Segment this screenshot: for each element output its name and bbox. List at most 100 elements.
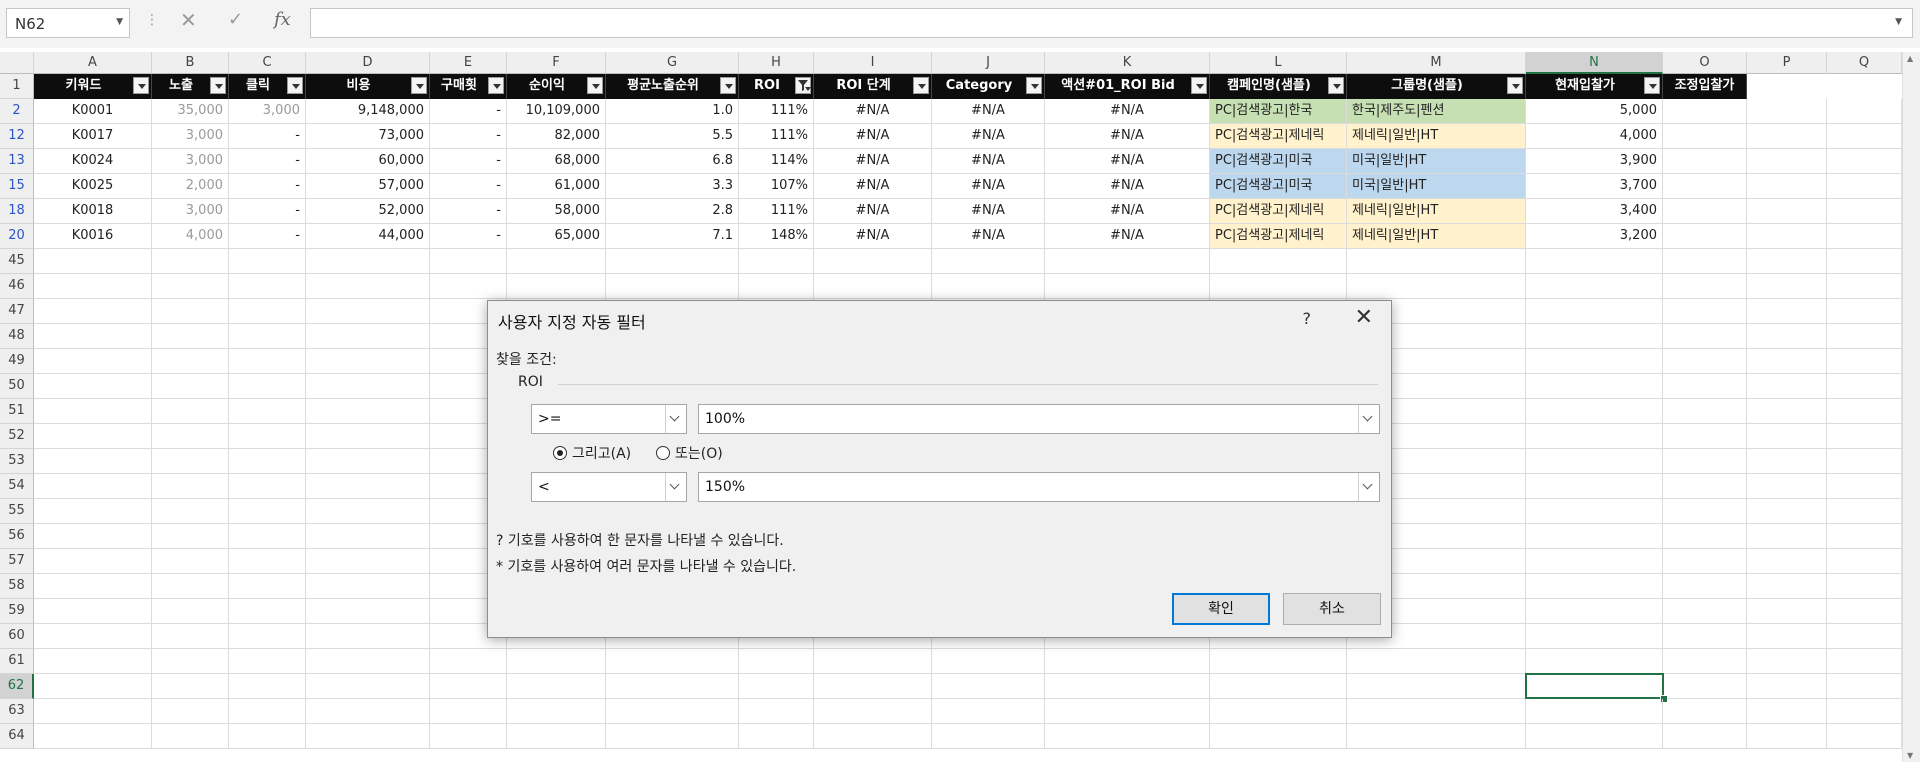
empty-cell[interactable]	[306, 299, 430, 324]
empty-cell[interactable]	[1663, 349, 1747, 374]
empty-cell[interactable]	[306, 499, 430, 524]
table-cell-g[interactable]: 3.3	[606, 174, 739, 199]
filter-dropdown-icon[interactable]	[720, 77, 736, 94]
empty-cell[interactable]	[229, 399, 306, 424]
empty-cell[interactable]	[1210, 724, 1347, 749]
empty-cell[interactable]	[1526, 299, 1663, 324]
empty-cell[interactable]	[606, 699, 739, 724]
empty-cell[interactable]	[306, 524, 430, 549]
condition2-value-select[interactable]: 150%	[698, 472, 1380, 502]
row-header[interactable]: 59	[0, 599, 34, 624]
empty-cell[interactable]	[1827, 449, 1902, 474]
empty-cell[interactable]	[152, 299, 229, 324]
radio-or[interactable]: 또는(O)	[656, 443, 723, 463]
table-cell-q[interactable]	[1827, 149, 1902, 174]
table-cell-n[interactable]: 3,400	[1526, 199, 1663, 224]
empty-cell[interactable]	[1827, 599, 1902, 624]
table-cell-b[interactable]: 2,000	[152, 174, 229, 199]
empty-cell[interactable]	[1210, 649, 1347, 674]
filter-dropdown-icon[interactable]	[133, 77, 149, 94]
filter-dropdown-icon[interactable]	[287, 77, 303, 94]
empty-cell[interactable]	[152, 474, 229, 499]
empty-cell[interactable]	[1747, 399, 1827, 424]
empty-cell[interactable]	[1663, 599, 1747, 624]
empty-cell[interactable]	[1663, 574, 1747, 599]
empty-cell[interactable]	[1747, 474, 1827, 499]
empty-cell[interactable]	[34, 524, 152, 549]
empty-cell[interactable]	[1663, 699, 1747, 724]
filter-active-icon[interactable]	[795, 77, 811, 94]
empty-cell[interactable]	[306, 249, 430, 274]
row-header[interactable]: 20	[0, 224, 34, 249]
table-cell-i[interactable]: #N/A	[814, 149, 932, 174]
more-options-icon[interactable]: ⋮	[145, 12, 159, 28]
table-cell-h[interactable]: 111%	[739, 124, 814, 149]
table-cell-k[interactable]: #N/A	[1045, 199, 1210, 224]
empty-cell[interactable]	[1347, 274, 1526, 299]
empty-cell[interactable]	[1663, 274, 1747, 299]
column-header-i[interactable]: I	[814, 52, 932, 74]
table-cell-a[interactable]: K0025	[34, 174, 152, 199]
table-cell-n[interactable]: 3,700	[1526, 174, 1663, 199]
empty-cell[interactable]	[229, 624, 306, 649]
row-header[interactable]: 48	[0, 324, 34, 349]
table-cell-l[interactable]: PC|검색광고|제네릭	[1210, 224, 1347, 249]
empty-cell[interactable]	[507, 649, 606, 674]
empty-cell[interactable]	[229, 474, 306, 499]
empty-cell[interactable]	[1827, 424, 1902, 449]
column-header-l[interactable]: L	[1210, 52, 1347, 74]
empty-cell[interactable]	[606, 274, 739, 299]
empty-cell[interactable]	[152, 699, 229, 724]
empty-cell[interactable]	[34, 674, 152, 699]
empty-cell[interactable]	[34, 599, 152, 624]
empty-cell[interactable]	[152, 274, 229, 299]
empty-cell[interactable]	[1827, 699, 1902, 724]
empty-cell[interactable]	[306, 474, 430, 499]
vertical-scrollbar[interactable]: ▲ ▼	[1902, 52, 1920, 762]
row-header[interactable]: 54	[0, 474, 34, 499]
empty-cell[interactable]	[1747, 499, 1827, 524]
empty-cell[interactable]	[1210, 674, 1347, 699]
empty-cell[interactable]	[932, 699, 1045, 724]
row-header[interactable]: 52	[0, 424, 34, 449]
table-cell-o[interactable]	[1663, 174, 1747, 199]
scroll-down-icon[interactable]: ▼	[1907, 751, 1913, 760]
empty-cell[interactable]	[306, 674, 430, 699]
empty-cell[interactable]	[1663, 724, 1747, 749]
empty-cell[interactable]	[1526, 624, 1663, 649]
empty-cell[interactable]	[430, 249, 507, 274]
table-cell-b[interactable]: 3,000	[152, 199, 229, 224]
empty-cell[interactable]	[229, 524, 306, 549]
table-cell-g[interactable]: 1.0	[606, 99, 739, 124]
empty-cell[interactable]	[306, 424, 430, 449]
empty-cell[interactable]	[739, 249, 814, 274]
table-cell-h[interactable]: 107%	[739, 174, 814, 199]
row-header[interactable]: 2	[0, 99, 34, 124]
table-cell-h[interactable]: 148%	[739, 224, 814, 249]
column-header-p[interactable]: P	[1747, 52, 1827, 74]
table-cell-n[interactable]: 5,000	[1526, 99, 1663, 124]
empty-cell[interactable]	[306, 449, 430, 474]
empty-cell[interactable]	[34, 299, 152, 324]
empty-cell[interactable]	[1747, 524, 1827, 549]
column-header-e[interactable]: E	[430, 52, 507, 74]
empty-cell[interactable]	[152, 649, 229, 674]
empty-cell[interactable]	[1526, 574, 1663, 599]
empty-cell[interactable]	[152, 524, 229, 549]
column-header-q[interactable]: Q	[1827, 52, 1902, 74]
filter-dropdown-icon[interactable]	[1026, 77, 1042, 94]
empty-cell[interactable]	[306, 274, 430, 299]
empty-cell[interactable]	[229, 599, 306, 624]
table-cell-g[interactable]: 2.8	[606, 199, 739, 224]
table-cell-a[interactable]: K0001	[34, 99, 152, 124]
table-cell-k[interactable]: #N/A	[1045, 149, 1210, 174]
empty-cell[interactable]	[34, 324, 152, 349]
empty-cell[interactable]	[932, 274, 1045, 299]
empty-cell[interactable]	[152, 599, 229, 624]
chevron-down-icon[interactable]	[1358, 405, 1379, 433]
empty-cell[interactable]	[1526, 599, 1663, 624]
empty-cell[interactable]	[1526, 699, 1663, 724]
row-header[interactable]: 61	[0, 649, 34, 674]
condition1-operator-select[interactable]: >=	[531, 404, 687, 434]
empty-cell[interactable]	[1663, 299, 1747, 324]
